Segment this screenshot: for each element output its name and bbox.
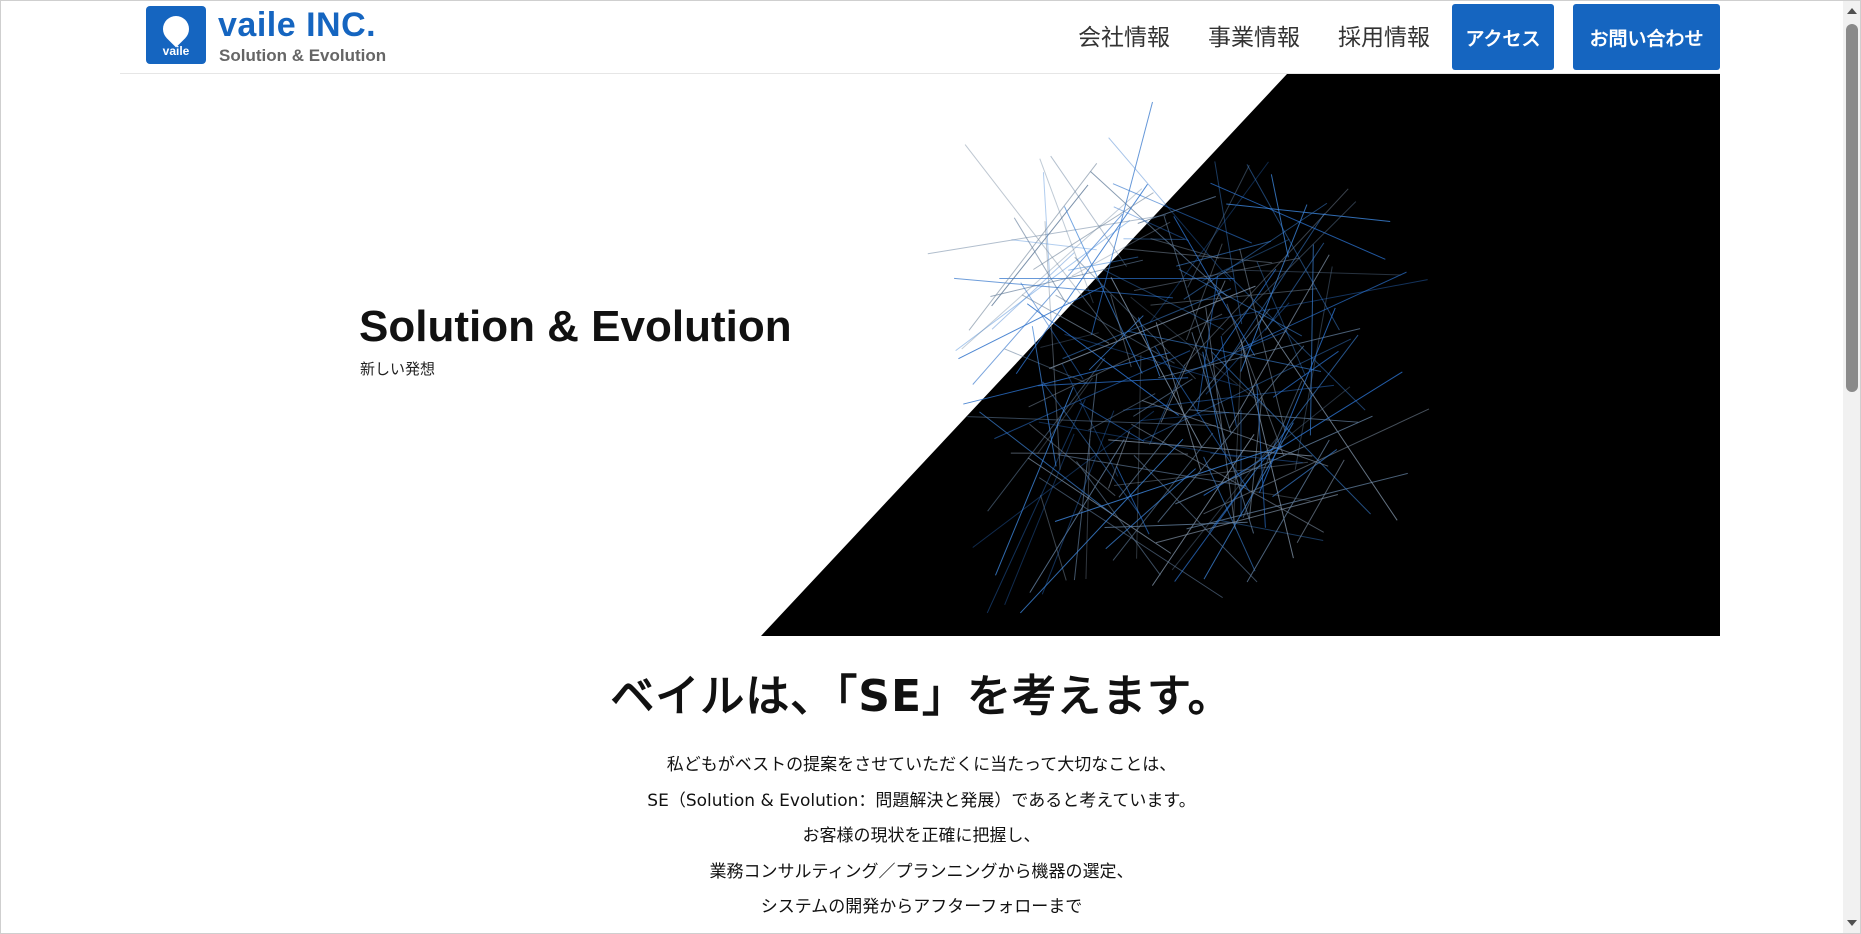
page: vaile vaile INC. Solution & Evolution 会社… <box>0 0 1843 934</box>
company-tagline: Solution & Evolution <box>219 46 387 65</box>
scroll-up-arrow-icon[interactable] <box>1847 8 1857 14</box>
intro-heading: ベイルは、「SE」を考えます。 <box>610 671 1233 722</box>
logo-mark: vaile <box>146 6 206 64</box>
site-logo-link[interactable]: vaile vaile INC. Solution & Evolution <box>146 6 436 66</box>
nav-link-business[interactable]: 事業情報 <box>1208 18 1300 52</box>
access-button[interactable]: アクセス <box>1452 4 1554 70</box>
intro-line: 業務コンサルティング／プランニングから機器の選定、 <box>709 861 1134 882</box>
intro-text: 私どもがベストの提案をさせていただくに当たって大切なことは、 SE（Soluti… <box>0 748 1843 934</box>
logo-mark-text: vaile <box>162 44 190 58</box>
hero-section: Solution & Evolution 新しい発想 <box>120 74 1720 636</box>
hero-line <box>964 144 1118 342</box>
company-name: vaile INC. <box>218 6 377 44</box>
balloon-icon <box>157 10 195 48</box>
intro-line: お客様の現状を正確に把握し、 <box>802 826 1041 846</box>
main-nav: 会社情報 事業情報 採用情報 アクセス お問い合わせ <box>1078 0 1720 70</box>
scroll-down-arrow-icon[interactable] <box>1847 920 1857 926</box>
hero-title: Solution & Evolution <box>359 302 792 351</box>
hero-line <box>1050 155 1128 267</box>
intro-section: ベイルは、「SE」を考えます。 私どもがベストの提案をさせていただくに当たって大… <box>0 660 1843 934</box>
intro-line: トータルでのサービスとサポートをご提供します。 <box>0 926 1843 934</box>
site-header: vaile vaile INC. Solution & Evolution 会社… <box>120 0 1720 74</box>
scrollbar-thumb[interactable] <box>1846 24 1858 392</box>
nav-link-company[interactable]: 会社情報 <box>1078 18 1170 52</box>
contact-button[interactable]: お問い合わせ <box>1573 4 1720 70</box>
intro-line: 私どもがベストの提案をさせていただくに当たって大切なことは、 <box>666 755 1177 775</box>
intro-line: システムの開発からアフターフォローまで <box>760 897 1083 917</box>
hero-artwork <box>761 74 1720 636</box>
hero-subtitle: 新しい発想 <box>360 360 436 378</box>
nav-link-recruit[interactable]: 採用情報 <box>1338 18 1430 52</box>
intro-line: SE（Solution & Evolution：問題解決と発展）であると考えてい… <box>647 790 1196 811</box>
vertical-scrollbar[interactable] <box>1843 0 1861 934</box>
